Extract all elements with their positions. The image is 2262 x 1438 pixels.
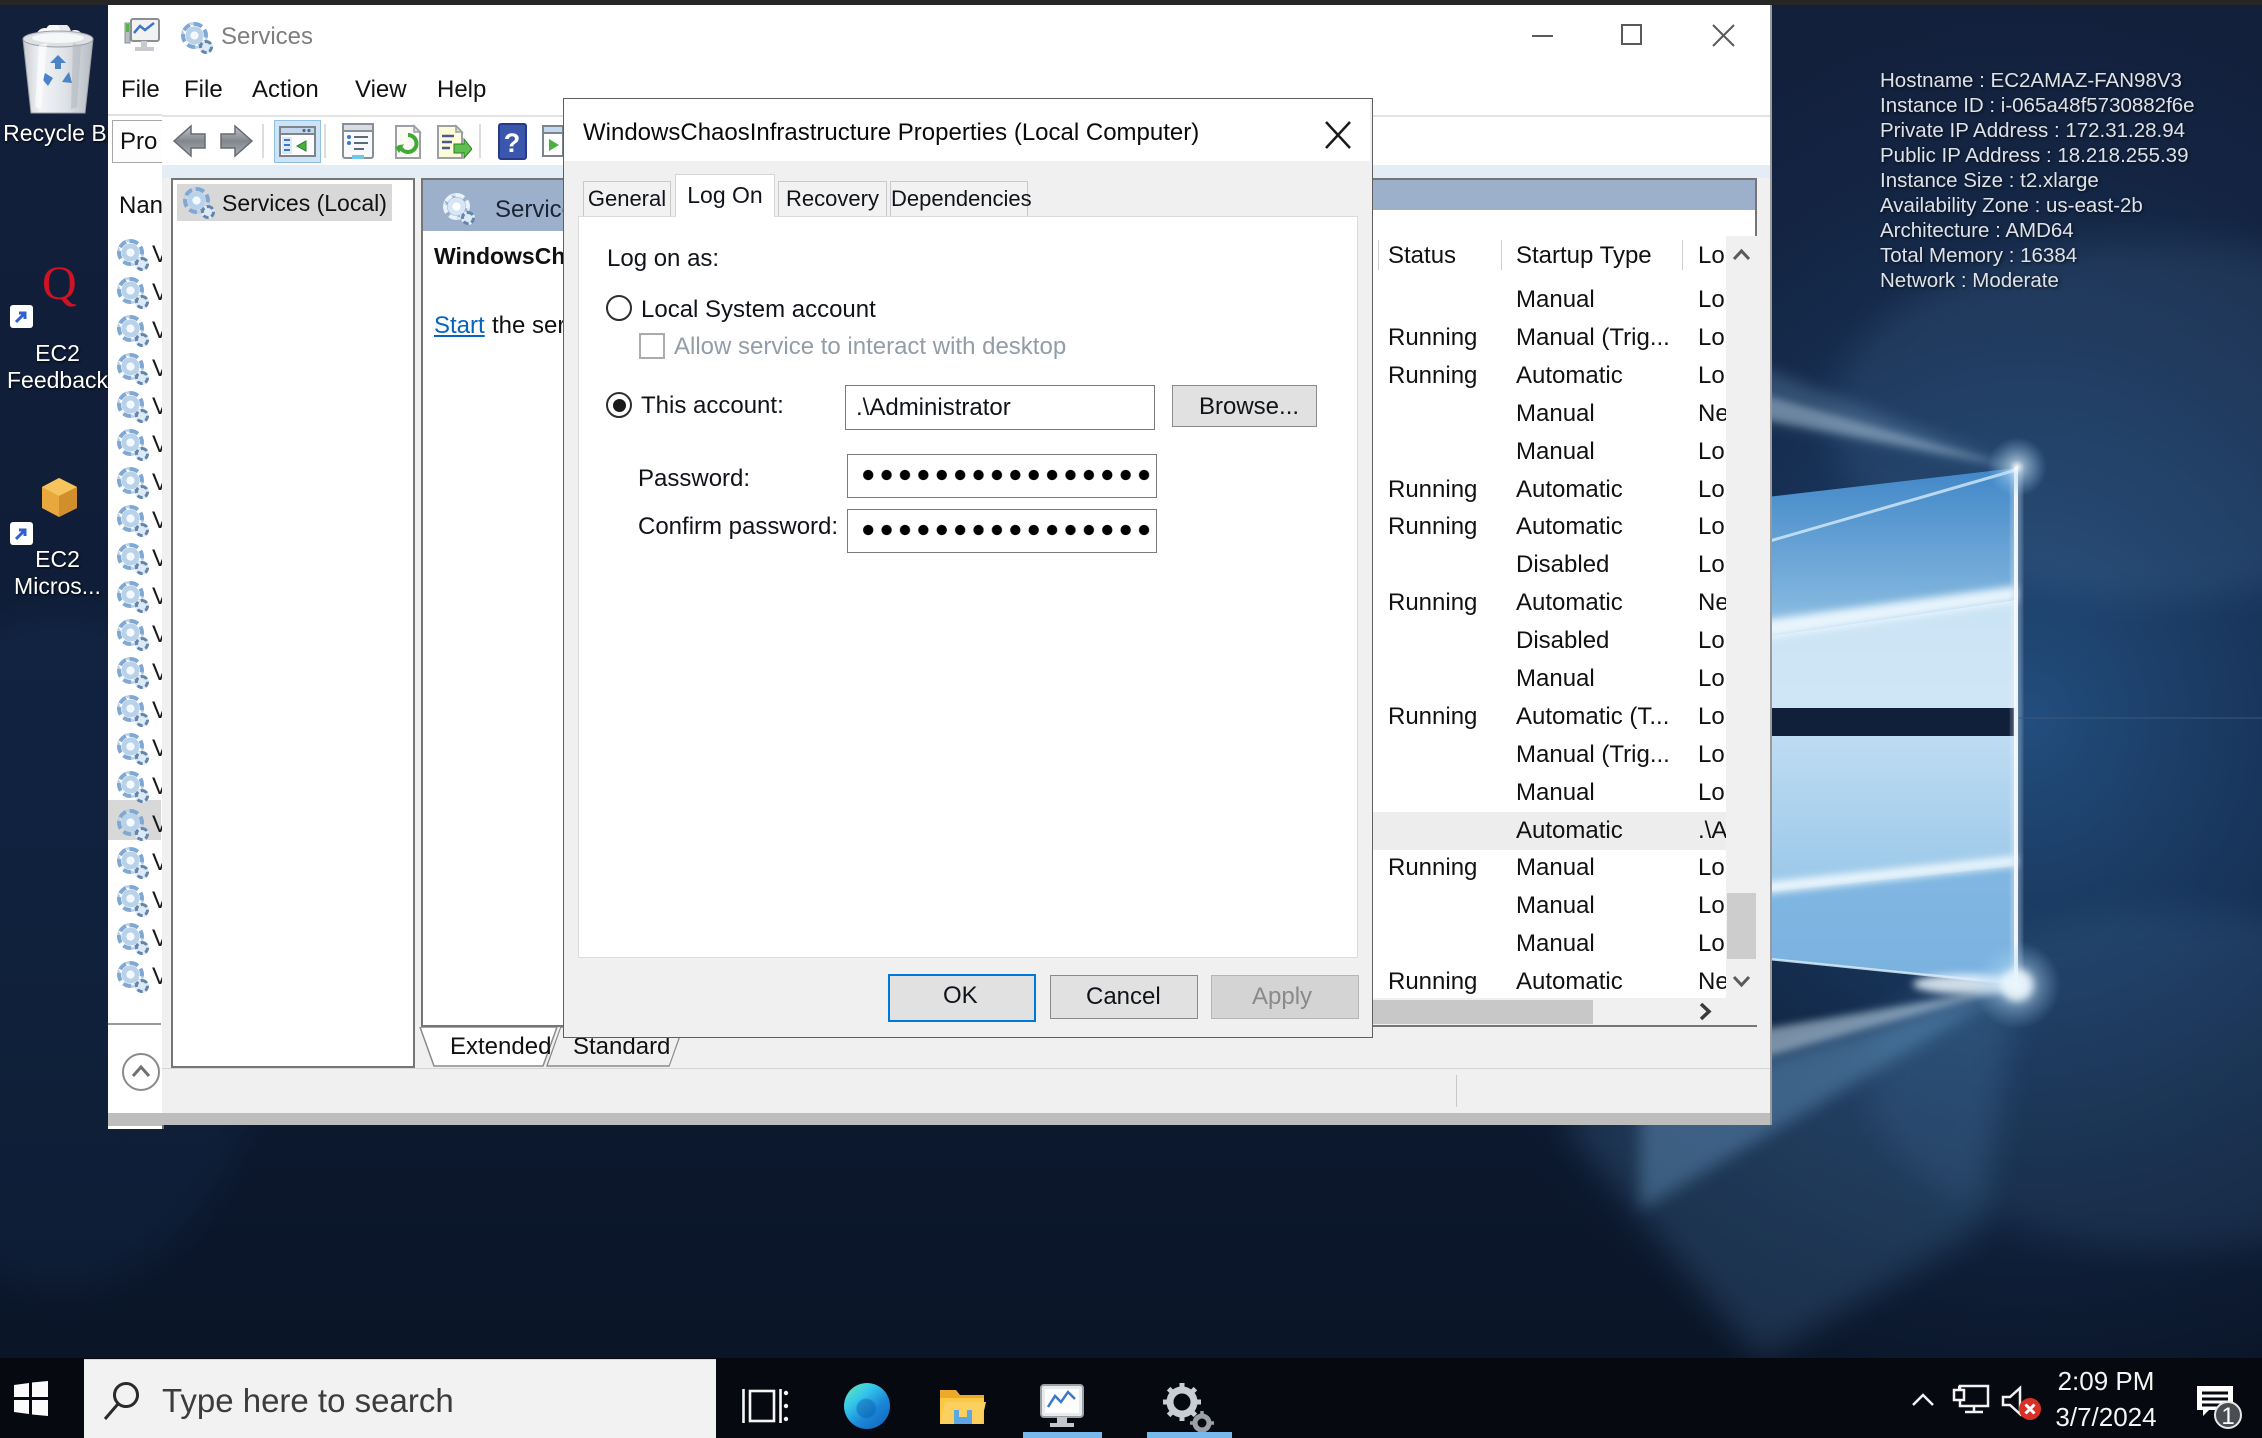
- svg-text:?: ?: [504, 128, 521, 158]
- svg-text:1: 1: [2221, 1403, 2234, 1430]
